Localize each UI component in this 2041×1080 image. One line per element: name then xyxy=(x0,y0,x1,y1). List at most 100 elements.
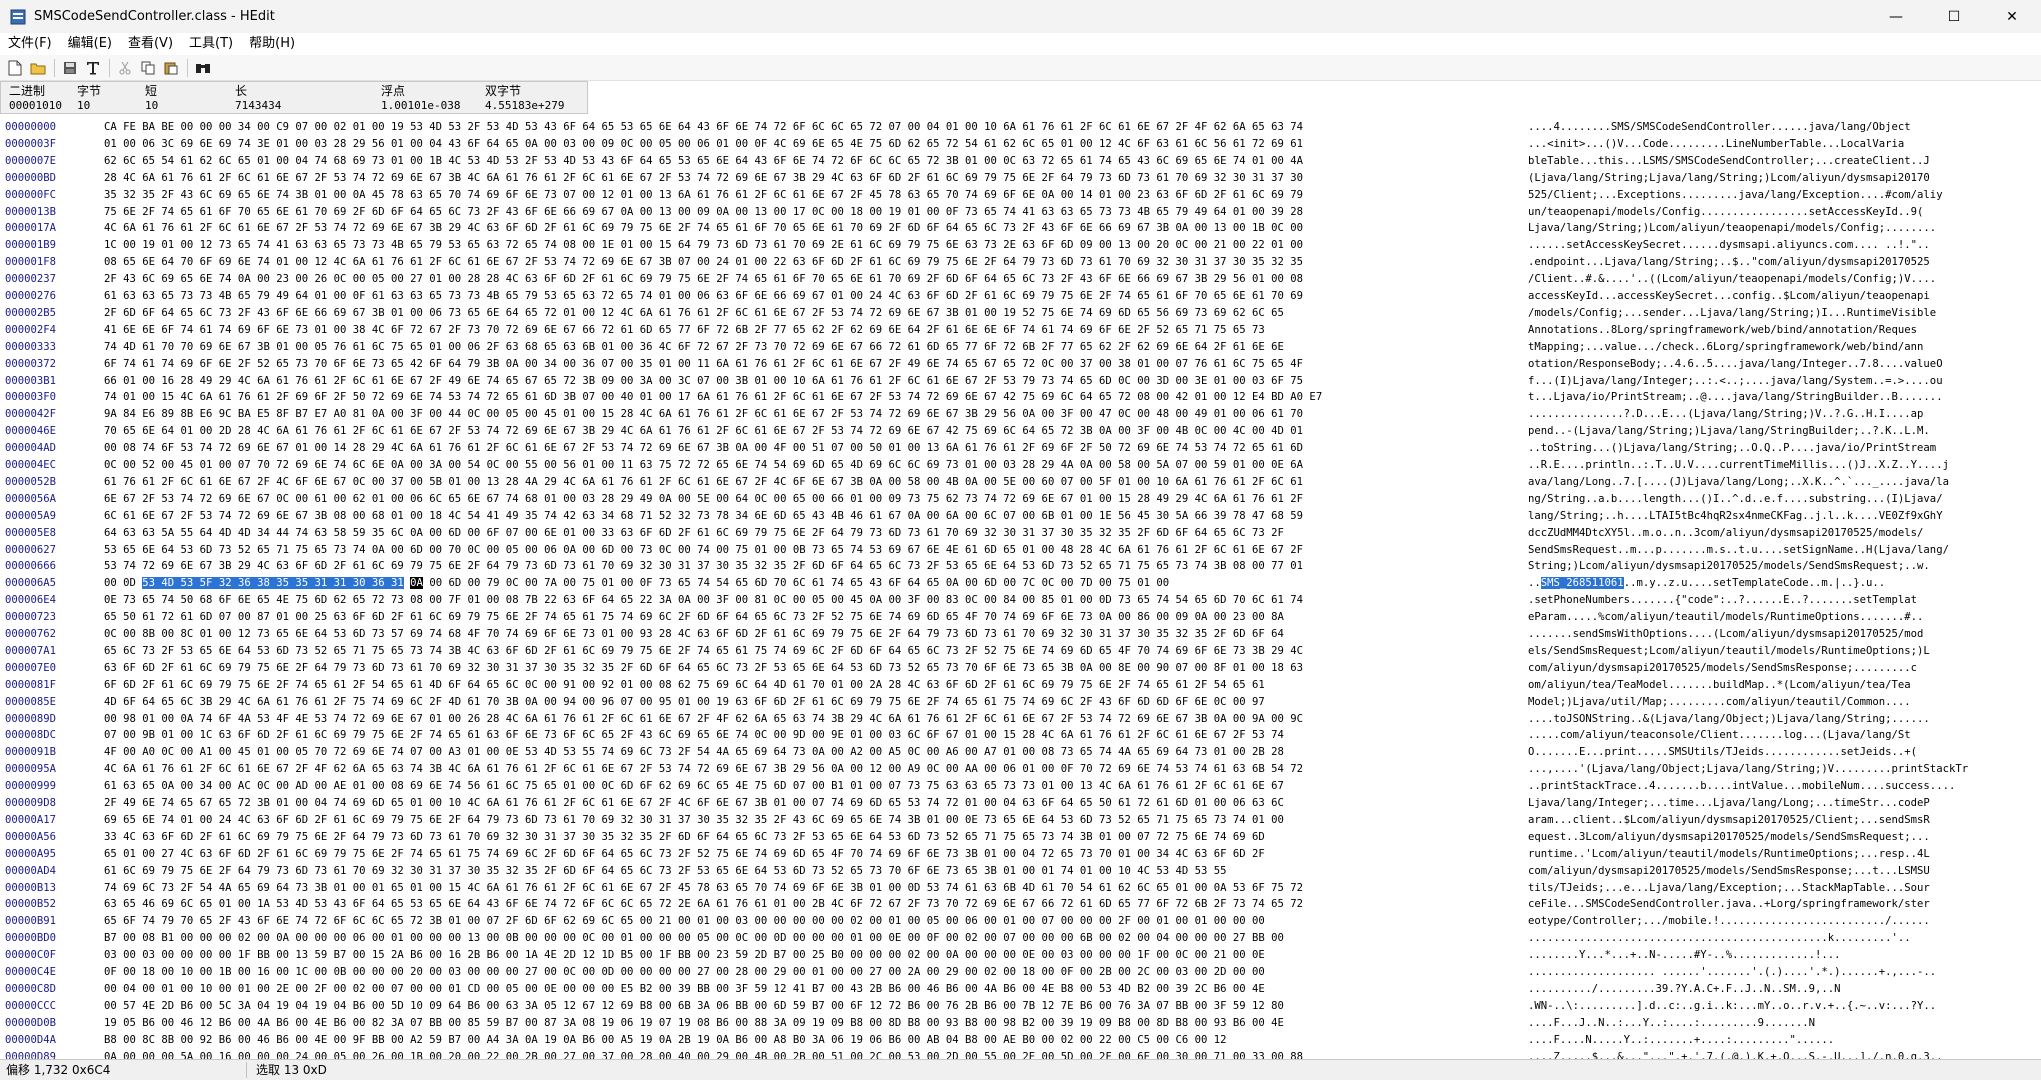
hex-bytes[interactable]: 6C 61 6E 67 2F 53 74 72 69 6E 67 3B 08 0… xyxy=(104,508,1303,525)
ascii-text[interactable]: .....com/aliyun/teaconsole/Client.......… xyxy=(1528,727,1911,744)
hex-row[interactable]: 000003B1 66 01 00 16 28 49 29 4C 6A 61 76… xyxy=(0,373,2041,390)
hex-view[interactable]: 00000000 CA FE BA BE 00 00 00 34 00 C9 07… xyxy=(0,119,2041,1059)
hex-bytes[interactable]: B7 00 08 B1 00 00 00 02 00 0A 00 00 00 0… xyxy=(104,930,1284,947)
ascii-text[interactable]: ....toJSONString..&(Ljava/lang/Object;)L… xyxy=(1528,711,1930,728)
hex-row[interactable]: 000004AD 00 08 74 6F 53 74 72 69 6E 67 01… xyxy=(0,440,2041,457)
hex-bytes[interactable]: 64 63 63 5A 55 64 4D 4D 34 44 74 63 58 5… xyxy=(104,525,1284,542)
hex-bytes[interactable]: 63 6F 6D 2F 61 6C 69 79 75 6E 2F 64 79 7… xyxy=(104,660,1303,677)
hex-row[interactable]: 000009D8 2F 49 6E 74 65 67 65 72 3B 01 00… xyxy=(0,795,2041,812)
hex-row[interactable]: 0000042F 9A 84 E6 89 8B E6 9C BA E5 8F B7… xyxy=(0,406,2041,423)
hex-row[interactable]: 00000D4A B8 00 8C 8B 00 92 B6 00 46 B6 00… xyxy=(0,1032,2041,1049)
hex-row[interactable]: 00000000 CA FE BA BE 00 00 00 34 00 C9 07… xyxy=(0,119,2041,136)
ascii-text[interactable]: equest..3Lcom/aliyun/dysmsapi20170525/mo… xyxy=(1528,829,1930,846)
hex-bytes[interactable]: 9A 84 E6 89 8B E6 9C BA E5 8F B7 E7 A0 8… xyxy=(104,406,1303,423)
ascii-text[interactable]: ........................................… xyxy=(1528,930,1911,947)
open-folder-icon[interactable] xyxy=(27,57,49,79)
hex-row[interactable]: 0000095A 4C 6A 61 76 61 2F 6C 61 6E 67 2F… xyxy=(0,761,2041,778)
ascii-text[interactable]: dccZUdMM4DtcXY5l..m.o..n..3com/aliyun/dy… xyxy=(1528,525,1923,542)
hex-row[interactable]: 000000BD 28 4C 6A 61 76 61 2F 6C 61 6E 67… xyxy=(0,170,2041,187)
hex-bytes[interactable]: 61 6C 69 79 75 6E 2F 64 79 73 6D 73 61 7… xyxy=(104,863,1227,880)
hex-row[interactable]: 00000237 2F 43 6C 69 65 6E 74 0A 00 23 00… xyxy=(0,271,2041,288)
hex-row[interactable]: 000004EC 0C 00 52 00 45 01 00 07 70 72 69… xyxy=(0,457,2041,474)
hex-row[interactable]: 00000A95 65 01 00 27 4C 63 6F 6D 2F 61 6C… xyxy=(0,846,2041,863)
hex-row[interactable]: 00000C0F 03 00 03 00 00 00 00 1F BB 00 13… xyxy=(0,947,2041,964)
ascii-text[interactable]: ....F....N.....Y..:.......+....:........… xyxy=(1528,1032,1834,1049)
ascii-text[interactable]: ........../.........39.?Y.A.C+.F..J..N..… xyxy=(1528,981,1841,998)
hex-row[interactable]: 00000B91 65 6F 74 79 70 65 2F 43 6F 6E 74… xyxy=(0,913,2041,930)
ascii-text[interactable]: bleTable...this...LSMS/SMSCodeSendContro… xyxy=(1528,153,1930,170)
ascii-text[interactable]: t...Ljava/io/PrintStream;..@....java/lan… xyxy=(1528,389,1943,406)
ascii-text[interactable]: Ljava/lang/String;)Lcom/aliyun/teaopenap… xyxy=(1528,220,1936,237)
hex-row[interactable]: 000006E4 0E 73 65 74 50 68 6F 6E 65 4E 75… xyxy=(0,592,2041,609)
hex-bytes[interactable]: 1C 00 19 01 00 12 73 65 74 41 63 63 65 7… xyxy=(104,237,1303,254)
hex-row[interactable]: 000002F4 41 6E 6E 6F 74 61 74 69 6F 6E 73… xyxy=(0,322,2041,339)
hex-row[interactable]: 000007E0 63 6F 6D 2F 61 6C 69 79 75 6E 2F… xyxy=(0,660,2041,677)
hex-row[interactable]: 000002B5 2F 6D 6F 64 65 6C 73 2F 43 6F 6E… xyxy=(0,305,2041,322)
hex-bytes[interactable]: 2F 6D 6F 64 65 6C 73 2F 43 6F 6E 66 69 6… xyxy=(104,305,1284,322)
hex-row[interactable]: 000001F8 08 65 6E 64 70 6F 69 6E 74 01 00… xyxy=(0,254,2041,271)
hex-bytes[interactable]: 33 4C 63 6F 6D 2F 61 6C 69 79 75 6E 2F 6… xyxy=(104,829,1265,846)
hex-bytes[interactable]: 61 63 63 65 73 73 4B 65 79 49 64 01 00 0… xyxy=(104,288,1303,305)
hex-bytes[interactable]: 74 01 00 15 4C 6A 61 76 61 2F 69 6F 2F 5… xyxy=(104,389,1322,406)
hex-bytes[interactable]: 4D 6F 64 65 6C 3B 29 4C 6A 61 76 61 2F 7… xyxy=(104,694,1265,711)
caret-byte[interactable]: 0A xyxy=(410,577,423,590)
hex-bytes[interactable]: 0F 00 18 00 10 00 1B 00 16 00 1C 00 0B 0… xyxy=(104,964,1265,981)
hex-bytes[interactable]: 65 50 61 72 61 6D 07 00 87 01 00 25 63 6… xyxy=(104,609,1284,626)
hex-bytes[interactable]: 2F 43 6C 69 65 6E 74 0A 00 23 00 26 0C 0… xyxy=(104,271,1303,288)
hex-row[interactable]: 0000007E 62 6C 65 54 61 62 6C 65 01 00 04… xyxy=(0,153,2041,170)
hex-bytes[interactable]: 00 98 01 00 0A 74 6F 4A 53 4F 4E 53 74 7… xyxy=(104,711,1303,728)
ascii-text[interactable]: ...............?.D...E...(Ljava/lang/Str… xyxy=(1528,406,1923,423)
selected-hex-bytes[interactable]: 53 4D 53 5F 32 36 38 35 35 31 31 30 36 3… xyxy=(142,577,404,590)
hex-row[interactable]: 0000081F 6F 6D 2F 61 6C 69 79 75 6E 2F 74… xyxy=(0,677,2041,694)
hex-bytes[interactable]: 53 74 72 69 6E 67 3B 29 4C 63 6F 6D 2F 6… xyxy=(104,558,1303,575)
ascii-text[interactable]: (Ljava/lang/String;Ljava/lang/String;)Lc… xyxy=(1528,170,1930,187)
hex-row[interactable]: 00000B52 63 65 46 69 6C 65 01 00 1A 53 4D… xyxy=(0,896,2041,913)
ascii-text[interactable]: pend..-(Ljava/lang/String;)Ljava/lang/St… xyxy=(1528,423,1930,440)
ascii-text[interactable]: /models/Config;...sender...Ljava/lang/St… xyxy=(1528,305,1936,322)
new-file-icon[interactable] xyxy=(4,57,26,79)
hex-bytes[interactable]: 61 63 65 0A 00 34 00 AC 0C 00 AD 00 AE 0… xyxy=(104,778,1284,795)
hex-row[interactable]: 000003F0 74 01 00 15 4C 6A 61 76 61 2F 69… xyxy=(0,389,2041,406)
ascii-text[interactable]: ....Z.....$...&..."...".+.'.7.(.@.).K.+.… xyxy=(1528,1049,1943,1060)
hex-row[interactable]: 000000FC 35 32 35 2F 43 6C 69 65 6E 74 3B… xyxy=(0,187,2041,204)
hex-bytes[interactable]: 01 00 06 3C 69 6E 69 74 3E 01 00 03 28 2… xyxy=(104,136,1303,153)
ascii-text[interactable]: ..printStackTrace..4.......b....intValue… xyxy=(1528,778,1955,795)
hex-row[interactable]: 000007A1 65 6C 73 2F 53 65 6E 64 53 6D 73… xyxy=(0,643,2041,660)
hex-bytes[interactable]: 69 65 6E 74 01 00 24 4C 63 6F 6D 2F 61 6… xyxy=(104,812,1284,829)
hex-row[interactable]: 000008DC 07 00 9B 01 00 1C 63 6F 6D 2F 61… xyxy=(0,727,2041,744)
hex-row[interactable]: 0000052B 61 76 61 2F 6C 61 6E 67 2F 4C 6F… xyxy=(0,474,2041,491)
hex-row[interactable]: 00000C8D 00 04 00 01 00 10 00 01 00 2E 00… xyxy=(0,981,2041,998)
hex-row[interactable]: 00000723 65 50 61 72 61 6D 07 00 87 01 00… xyxy=(0,609,2041,626)
ascii-text[interactable]: lang/String;..h....LTAI5tBc4hqR2sx4nmeCK… xyxy=(1528,508,1943,525)
hex-row[interactable]: 0000003F 01 00 06 3C 69 6E 69 74 3E 01 00… xyxy=(0,136,2041,153)
hex-bytes[interactable]: 0C 00 52 00 45 01 00 07 70 72 69 6E 74 6… xyxy=(104,457,1303,474)
hex-row[interactable]: 00000627 53 65 6E 64 53 6D 73 52 65 71 75… xyxy=(0,542,2041,559)
ascii-text[interactable]: com/aliyun/dysmsapi20170525/models/SendS… xyxy=(1528,660,1917,677)
ascii-text[interactable]: eParam.....%com/aliyun/teautil/models/Ru… xyxy=(1528,609,1923,626)
ascii-text[interactable]: O.......E...print.....SMSUtils/TJeids...… xyxy=(1528,744,1917,761)
ascii-text[interactable]: ceFile...SMSCodeSendController.java..+Lo… xyxy=(1528,896,1930,913)
hex-row[interactable]: 00000666 53 74 72 69 6E 67 3B 29 4C 63 6F… xyxy=(0,558,2041,575)
hex-bytes[interactable]: 53 65 6E 64 53 6D 73 52 65 71 75 65 73 7… xyxy=(104,542,1303,559)
ascii-text[interactable]: ....F...J..N..:...Y..:....:.........9...… xyxy=(1528,1015,1815,1032)
hex-bytes[interactable]: 6F 6D 2F 61 6C 69 79 75 6E 2F 74 65 61 2… xyxy=(104,677,1265,694)
ascii-text[interactable]: ng/String..a.b....length...()I..^.d..e.f… xyxy=(1528,491,1943,508)
hex-bytes[interactable]: B8 00 8C 8B 00 92 B6 00 46 B6 00 4E 00 9… xyxy=(104,1032,1227,1049)
hex-bytes[interactable]: 66 01 00 16 28 49 29 4C 6A 61 76 61 2F 6… xyxy=(104,373,1303,390)
hex-bytes[interactable]: 62 6C 65 54 61 62 6C 65 01 00 04 74 68 6… xyxy=(104,153,1303,170)
paste-icon[interactable] xyxy=(160,57,182,79)
hex-bytes[interactable]: 65 6F 74 79 70 65 2F 43 6F 6E 74 72 6F 6… xyxy=(104,913,1265,930)
ascii-text[interactable]: tils/TJeids;...e...Ljava/lang/Exception;… xyxy=(1528,880,1930,897)
hex-bytes[interactable]: 28 4C 6A 61 76 61 2F 6C 61 6E 67 2F 53 7… xyxy=(104,170,1303,187)
hex-row[interactable]: 0000085E 4D 6F 64 65 6C 3B 29 4C 6A 61 76… xyxy=(0,694,2041,711)
hex-bytes[interactable]: 00 57 4E 2D B6 00 5C 3A 04 19 04 19 04 B… xyxy=(104,998,1284,1015)
hex-bytes[interactable]: 35 32 35 2F 43 6C 69 65 6E 74 3B 01 00 0… xyxy=(104,187,1303,204)
save-icon[interactable] xyxy=(59,57,81,79)
hex-bytes[interactable]: 61 76 61 2F 6C 61 6E 67 2F 4C 6F 6E 67 0… xyxy=(104,474,1303,491)
selected-ascii-text[interactable]: SMS_268511061 xyxy=(1540,577,1624,590)
hex-row[interactable]: 000001B9 1C 00 19 01 00 12 73 65 74 41 63… xyxy=(0,237,2041,254)
hex-row[interactable]: 00000D0B 19 05 B6 00 46 12 B6 00 4A B6 00… xyxy=(0,1015,2041,1032)
find-icon[interactable] xyxy=(192,57,214,79)
ascii-text[interactable]: ...<init>...()V...Code.........LineNumbe… xyxy=(1528,136,1904,153)
hex-bytes[interactable]: 70 65 6E 64 01 00 2D 28 4C 6A 61 76 61 2… xyxy=(104,423,1303,440)
